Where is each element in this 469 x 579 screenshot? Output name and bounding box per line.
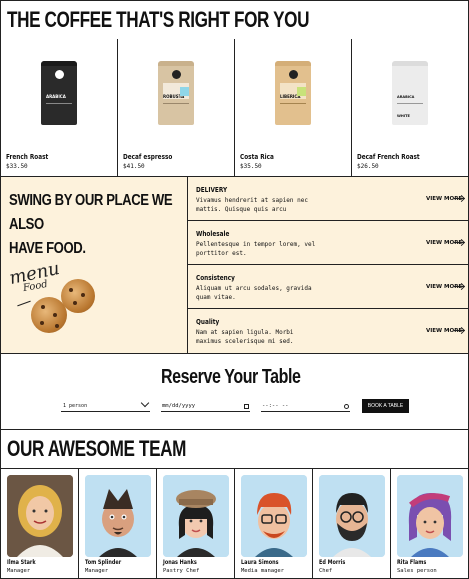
feature-row: Consistency Aliquam ut arcu sodales, gra… xyxy=(188,265,469,309)
page-header: THE COFFEE THAT'S RIGHT FOR YOU xyxy=(0,0,469,40)
team-member-card: Jonas Hanks Pastry Chef xyxy=(157,468,235,578)
product-card[interactable]: ARABICA French Roast $33.50 xyxy=(1,39,118,176)
member-name: Laura Simons xyxy=(241,559,279,566)
calendar-icon[interactable] xyxy=(244,404,249,409)
avatar xyxy=(7,475,73,557)
food-section: SWING BY OUR PLACE WE ALSO HAVE FOOD. me… xyxy=(0,177,469,354)
feature-row: DELIVERY Vivamus hendrerit at sapien nec… xyxy=(188,177,469,221)
feature-description: Aliquam ut arcu sodales, gravida quam vi… xyxy=(196,285,312,301)
team-member-card: Laura Simons Media manager xyxy=(235,468,313,578)
doodle-line xyxy=(17,300,31,307)
time-input[interactable]: --:-- -- xyxy=(261,403,350,412)
member-name: Jonas Hanks xyxy=(163,559,197,566)
cookie-image xyxy=(31,297,67,333)
persons-select-value: 1 person xyxy=(63,403,88,409)
book-table-button[interactable]: BOOK A TABLE xyxy=(362,399,409,413)
member-role: Pastry Chef xyxy=(163,568,200,574)
feature-title: DELIVERY xyxy=(196,186,228,194)
view-more-link[interactable]: VIEW MORE xyxy=(426,196,462,202)
persons-select[interactable]: 1 person xyxy=(61,398,150,412)
feature-row: Quality Nam at sapien ligula. Morbi maxi… xyxy=(188,309,469,353)
member-role: Chef xyxy=(319,568,333,574)
team-member-card: Ed Morris Chef xyxy=(313,468,391,578)
avatar xyxy=(397,475,463,557)
avatar xyxy=(241,475,307,557)
view-more-link[interactable]: VIEW MORE xyxy=(426,284,462,290)
team-member-card: Ilma Stark Manager xyxy=(1,468,79,578)
team-title: OUR AWESOME TEAM xyxy=(7,436,187,461)
member-role: Manager xyxy=(7,568,31,574)
avatar xyxy=(163,475,229,557)
feature-row: Wholesale Pellentesque in tempor lorem, … xyxy=(188,221,469,265)
food-intro: SWING BY OUR PLACE WE ALSO HAVE FOOD. me… xyxy=(1,177,188,353)
food-features: DELIVERY Vivamus hendrerit at sapien nec… xyxy=(188,177,469,353)
arrow-right-icon[interactable] xyxy=(454,330,464,331)
view-more-link[interactable]: VIEW MORE xyxy=(426,240,462,246)
view-more-link[interactable]: VIEW MORE xyxy=(426,328,462,334)
feature-title: Quality xyxy=(196,318,220,326)
product-price: $41.50 xyxy=(123,163,145,170)
reserve-section: Reserve Your Table 1 person mm/dd/yyyy -… xyxy=(0,354,469,430)
product-name[interactable]: Decaf espresso xyxy=(123,153,172,161)
member-name: Ilma Stark xyxy=(7,559,36,566)
feature-description: Nam at sapien ligula. Morbi maximus scel… xyxy=(196,329,294,345)
team-header: OUR AWESOME TEAM xyxy=(0,429,469,469)
avatar xyxy=(319,475,385,557)
feature-title: Consistency xyxy=(196,274,235,282)
product-name[interactable]: French Roast xyxy=(6,153,48,161)
member-role: Manager xyxy=(85,568,109,574)
product-price: $35.50 xyxy=(240,163,262,170)
arrow-right-icon[interactable] xyxy=(454,242,464,243)
member-name: Ed Morris xyxy=(319,559,346,566)
reserve-title: Reserve Your Table xyxy=(161,366,301,388)
team-member-card: Rita Flams Sales person xyxy=(391,468,468,578)
feature-title: Wholesale xyxy=(196,230,230,238)
product-card[interactable]: ARABICA WHITE Decaf French Roast $26.50 xyxy=(352,39,468,176)
member-role: Media manager xyxy=(241,568,285,574)
feature-description: Pellentesque in tempor lorem, vel portti… xyxy=(196,241,316,257)
member-name: Tom Splinder xyxy=(85,559,122,566)
member-role: Sales person xyxy=(397,568,437,574)
coffee-bag-image: LIBERICA xyxy=(275,61,311,125)
coffee-bag-image: ROBUSTA xyxy=(158,61,194,125)
product-grid: ARABICA French Roast $33.50 ROBUSTA Deca… xyxy=(0,39,469,177)
product-card[interactable]: LIBERICA Costa Rica $35.50 xyxy=(235,39,352,176)
page-title: THE COFFEE THAT'S RIGHT FOR YOU xyxy=(7,7,310,32)
member-name: Rita Flams xyxy=(397,559,427,566)
team-grid: Ilma Stark Manager Tom Splinder Manager xyxy=(0,468,469,579)
product-price: $33.50 xyxy=(6,163,28,170)
coffee-bag-image: ARABICA xyxy=(41,61,77,125)
arrow-right-icon[interactable] xyxy=(454,198,464,199)
clock-icon[interactable] xyxy=(344,404,349,409)
arrow-right-icon[interactable] xyxy=(454,286,464,287)
product-name[interactable]: Decaf French Roast xyxy=(357,153,420,161)
cookie-image xyxy=(61,279,95,313)
team-member-card: Tom Splinder Manager xyxy=(79,468,157,578)
product-price: $26.50 xyxy=(357,163,379,170)
product-name[interactable]: Costa Rica xyxy=(240,153,274,161)
chevron-down-icon xyxy=(140,398,150,408)
feature-description: Vivamus hendrerit at sapien nec mattis. … xyxy=(196,197,308,213)
coffee-bag-image: ARABICA WHITE xyxy=(392,61,428,125)
avatar xyxy=(85,475,151,557)
product-card[interactable]: ROBUSTA Decaf espresso $41.50 xyxy=(118,39,235,176)
date-input[interactable]: mm/dd/yyyy xyxy=(161,403,250,412)
food-heading: SWING BY OUR PLACE WE ALSO HAVE FOOD. xyxy=(9,192,173,257)
